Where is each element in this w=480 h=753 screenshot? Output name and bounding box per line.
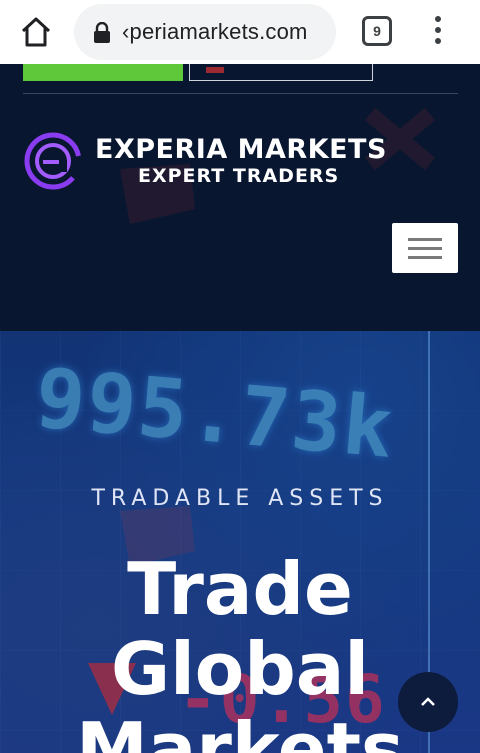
hero-eyebrow: TRADABLE ASSETS xyxy=(91,486,389,511)
chevron-up-icon xyxy=(421,697,435,706)
overflow-menu-icon[interactable] xyxy=(428,16,448,46)
brand-tagline: EXPERT TRADERS xyxy=(138,165,340,187)
header-divider xyxy=(23,93,458,94)
address-bar[interactable]: ‹periamarkets.com xyxy=(74,4,336,60)
tab-switcher-icon[interactable]: 9 xyxy=(362,16,392,46)
browser-toolbar: ‹periamarkets.com 9 xyxy=(0,0,480,64)
brand-name[interactable]: EXPERIA MARKETS xyxy=(95,134,387,165)
site-header: EXPERIA MARKETS EXPERT TRADERS xyxy=(0,64,480,331)
lock-icon xyxy=(92,21,112,44)
experia-logo-icon[interactable] xyxy=(24,132,82,190)
scroll-to-top-button[interactable] xyxy=(398,672,458,732)
home-icon[interactable] xyxy=(18,14,54,50)
header-cta-button[interactable] xyxy=(23,64,183,81)
hamburger-menu-icon[interactable] xyxy=(392,223,458,273)
header-secondary-button[interactable] xyxy=(189,64,373,81)
hero-section: 995.73k -0.56 TRADABLE ASSETS Trade Glob… xyxy=(0,331,480,753)
headline-line: Trade xyxy=(127,547,353,631)
url-text: ‹periamarkets.com xyxy=(122,19,308,44)
